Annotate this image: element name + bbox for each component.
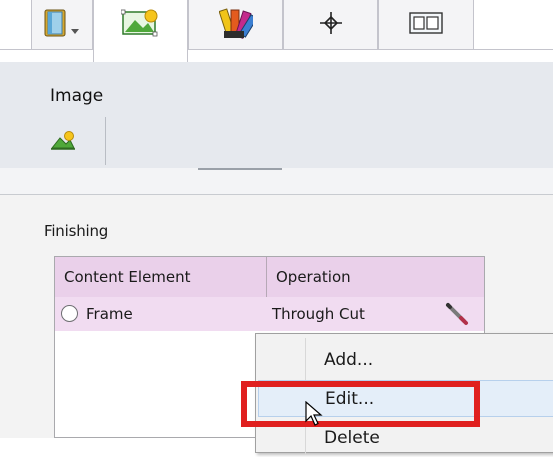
pencil-icon[interactable]	[444, 301, 470, 331]
panel-title: Finishing	[44, 222, 109, 240]
table-row[interactable]: Frame Through Cut	[55, 297, 484, 331]
color-swatch-icon	[218, 7, 258, 43]
ribbon-collapse-bar	[0, 168, 553, 195]
menu-item-add[interactable]: Add...	[258, 342, 553, 379]
mouse-pointer-icon	[305, 400, 323, 431]
notebook-dropdown-icon	[41, 7, 83, 43]
row-radio-button[interactable]	[61, 305, 78, 322]
ribbon-title: Image	[50, 86, 104, 106]
menu-item-label: Add...	[324, 350, 374, 370]
cell-operation: Through Cut	[272, 305, 365, 323]
cell-content-element: Frame	[86, 305, 133, 323]
image-insert-icon	[50, 130, 76, 156]
column-header-operation[interactable]: Operation	[267, 257, 484, 297]
ribbon-collapse-handle[interactable]	[198, 168, 282, 170]
tab-layout[interactable]	[378, 0, 474, 50]
insert-image-button[interactable]	[40, 117, 106, 165]
tab-document[interactable]	[31, 0, 93, 50]
column-header-content-element[interactable]: Content Element	[55, 257, 267, 297]
tab-image[interactable]	[93, 0, 188, 62]
table-header: Content Element Operation	[55, 257, 484, 298]
annotation-highlight-box	[241, 381, 480, 427]
crosshair-icon	[319, 11, 343, 39]
tab-strip-divider	[474, 49, 553, 50]
image-tab-icon	[120, 8, 161, 42]
image-ribbon: Image	[0, 62, 553, 169]
tab-color[interactable]	[188, 0, 283, 50]
tab-strip	[0, 0, 553, 62]
layout-frame-icon	[408, 11, 444, 39]
tab-position[interactable]	[283, 0, 378, 50]
